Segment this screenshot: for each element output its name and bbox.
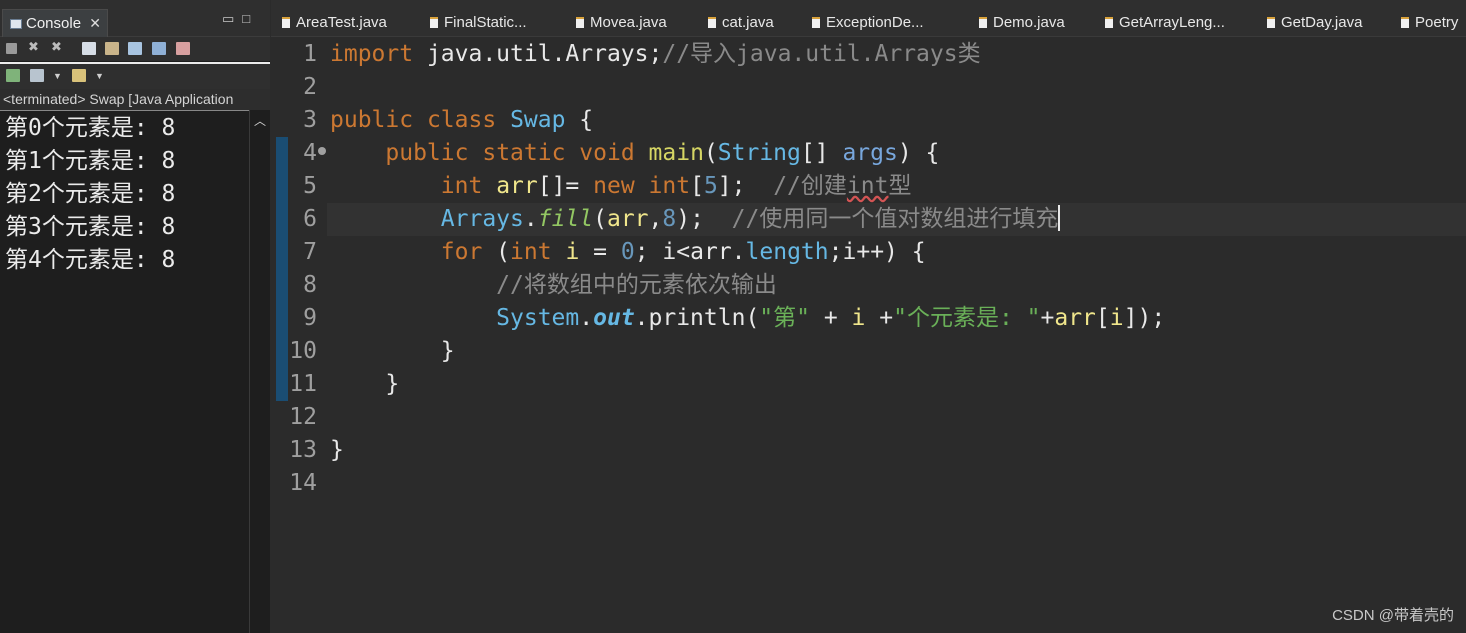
output-line: 第3个元素是: 8 — [5, 214, 176, 240]
output-line: 第4个元素是: 8 — [5, 247, 176, 273]
console-toolbar: ✖ ✖ — [0, 37, 270, 61]
line-number: 9 — [303, 305, 317, 331]
output-line: 第1个元素是: 8 — [5, 148, 176, 174]
editor-tab[interactable]: Poetry — [1401, 11, 1458, 35]
console-icon — [10, 19, 22, 29]
remove-all-icon[interactable]: ✖ — [51, 39, 65, 54]
display-console-icon[interactable] — [30, 69, 44, 82]
output-line: 第0个元素是: 8 — [5, 115, 176, 141]
line-number: 6 — [303, 206, 317, 232]
editor-tab[interactable]: Movea.java — [576, 11, 667, 35]
scroll-up-icon[interactable]: ︿ — [253, 112, 267, 128]
editor-tab[interactable]: FinalStatic... — [430, 11, 527, 35]
java-file-icon — [430, 17, 438, 28]
console-output: 第0个元素是: 8 第1个元素是: 8 第2个元素是: 8 第3个元素是: 8 … — [0, 110, 249, 633]
output-line: 第2个元素是: 8 — [5, 181, 176, 207]
code-line-7[interactable]: for (int i = 0; i<arr.length;i++) { — [330, 236, 926, 269]
code-line-8[interactable]: //将数组中的元素依次输出 — [330, 269, 777, 302]
line-number: 14 — [289, 470, 317, 496]
editor-tab[interactable]: GetArrayLeng... — [1105, 11, 1225, 35]
editor-tab-bar: AreaTest.java FinalStatic... Movea.java … — [271, 0, 1466, 37]
java-file-icon — [1105, 17, 1113, 28]
word-wrap-icon[interactable] — [128, 42, 142, 55]
line-number: 11 — [289, 371, 317, 397]
line-number: 13 — [289, 437, 317, 463]
line-number: 4 — [303, 140, 317, 166]
editor-tab[interactable]: ExceptionDe... — [812, 11, 924, 35]
line-number: 2 — [303, 74, 317, 100]
code-line-1[interactable]: import java.util.Arrays;//导入java.util.Ar… — [330, 38, 981, 71]
line-number: 5 — [303, 173, 317, 199]
console-tab[interactable]: Console ✕ — [2, 9, 108, 37]
maximize-icon[interactable]: □ — [242, 11, 258, 26]
watermark: CSDN @带着壳的 — [1332, 607, 1454, 624]
chevron-down-icon[interactable]: ▼ — [53, 71, 62, 81]
java-file-icon — [979, 17, 987, 28]
code-line-9[interactable]: System.out.println("第" + i +"个元素是: "+arr… — [330, 302, 1165, 335]
open-console-icon[interactable] — [72, 69, 86, 82]
console-scrollbar[interactable]: ︿ — [249, 110, 270, 633]
editor-tab[interactable]: cat.java — [708, 11, 774, 35]
text-cursor — [1058, 205, 1061, 231]
editor-tab[interactable]: AreaTest.java — [282, 11, 387, 35]
line-number: 10 — [289, 338, 317, 364]
code-line-3[interactable]: public class Swap { — [330, 104, 593, 137]
code-line-11[interactable]: } — [330, 368, 399, 401]
terminate-icon[interactable] — [6, 43, 17, 54]
console-panel: Console ✕ ▭□ ✖ ✖ ▼ ▼ <terminated> Swap [… — [0, 0, 270, 633]
console-tab-bar: Console ✕ ▭□ — [0, 0, 270, 37]
close-icon[interactable]: ✕ — [89, 10, 101, 37]
editor-tab[interactable]: Demo.java — [979, 11, 1065, 35]
chevron-down-icon[interactable]: ▼ — [95, 71, 104, 81]
fold-icon[interactable] — [318, 147, 326, 155]
line-number: 7 — [303, 239, 317, 265]
java-file-icon — [282, 17, 290, 28]
code-line-13[interactable]: } — [330, 434, 344, 467]
remove-launch-icon[interactable]: ✖ — [28, 39, 42, 54]
show-on-stdout-icon[interactable] — [152, 42, 166, 55]
clear-console-icon[interactable] — [82, 42, 96, 55]
scroll-lock-icon[interactable] — [105, 42, 119, 55]
line-number: 3 — [303, 107, 317, 133]
pin-console-icon[interactable] — [6, 69, 20, 82]
java-file-icon — [1401, 17, 1409, 28]
line-number: 12 — [289, 404, 317, 430]
line-number: 1 — [303, 41, 317, 67]
minimize-icon[interactable]: ▭ — [222, 11, 242, 26]
java-file-icon — [812, 17, 820, 28]
console-toolbar-2: ▼ ▼ — [0, 62, 270, 89]
console-tab-label: Console — [26, 15, 82, 32]
code-line-5[interactable]: int arr[]= new int[5]; //创建int型 — [330, 170, 912, 203]
editor-tab[interactable]: GetDay.java — [1267, 11, 1362, 35]
java-file-icon — [576, 17, 584, 28]
line-number: 8 — [303, 272, 317, 298]
code-line-6[interactable]: Arrays.fill(arr,8); //使用同一个值对数组进行填充 — [330, 203, 1061, 236]
code-line-4[interactable]: public static void main(String[] args) { — [330, 137, 939, 170]
show-on-stderr-icon[interactable] — [176, 42, 190, 55]
java-file-icon — [708, 17, 716, 28]
code-line-10[interactable]: } — [330, 335, 455, 368]
java-file-icon — [1267, 17, 1275, 28]
code-editor: AreaTest.java FinalStatic... Movea.java … — [271, 0, 1466, 633]
console-status: <terminated> Swap [Java Application — [0, 89, 270, 110]
view-controls: ▭□ — [222, 11, 258, 27]
